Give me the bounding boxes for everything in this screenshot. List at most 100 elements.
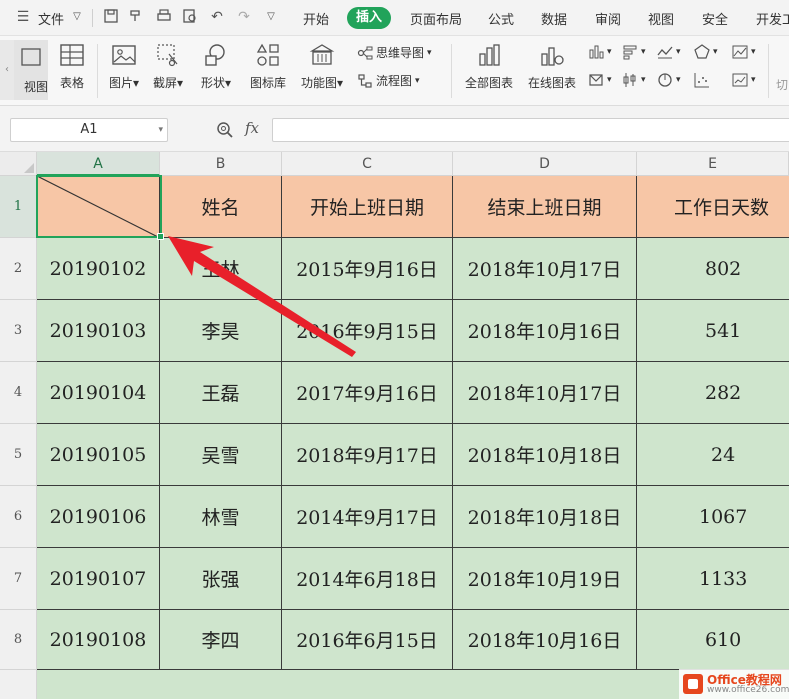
table-cell[interactable]: 2014年6月18日 bbox=[282, 548, 453, 610]
zoom-icon[interactable] bbox=[216, 121, 234, 139]
radar-chart-button[interactable]: ▾ bbox=[694, 44, 718, 60]
table-cell[interactable]: 2018年10月18日 bbox=[453, 486, 637, 548]
table-cell[interactable]: 24 bbox=[637, 424, 789, 486]
scatter-chart-button[interactable] bbox=[694, 72, 710, 88]
customize-dropdown-icon[interactable]: ▽ bbox=[262, 8, 280, 26]
line-chart-button[interactable]: ▾ bbox=[657, 44, 681, 60]
table-cell[interactable]: 王磊 bbox=[160, 362, 282, 424]
tab-home[interactable]: 开始 bbox=[303, 9, 329, 28]
table-cell[interactable]: 李昊 bbox=[160, 300, 282, 362]
area-chart-button[interactable]: ▾ bbox=[732, 44, 756, 60]
save-icon[interactable] bbox=[102, 8, 120, 26]
fill-handle[interactable] bbox=[157, 233, 164, 240]
name-box[interactable]: A1 ▾ bbox=[10, 118, 168, 142]
chevron-down-icon[interactable]: ▽ bbox=[68, 8, 86, 26]
row-header-1[interactable]: 1 bbox=[0, 176, 37, 238]
shape-button[interactable]: 形状▾ bbox=[188, 40, 244, 100]
print-preview-icon[interactable] bbox=[181, 8, 199, 26]
header-cell-3[interactable]: 开始上班日期 bbox=[282, 176, 453, 238]
table-cell[interactable]: 2018年10月17日 bbox=[453, 238, 637, 300]
redo-icon[interactable]: ↷ bbox=[235, 8, 253, 26]
table-cell[interactable]: 张强 bbox=[160, 548, 282, 610]
column-header-c[interactable]: C bbox=[282, 152, 453, 176]
header-cell-2[interactable]: 姓名 bbox=[160, 176, 282, 238]
row-9-cells[interactable] bbox=[37, 670, 789, 699]
donut-chart-button[interactable]: ▾ bbox=[657, 72, 681, 88]
table-cell[interactable]: 2018年10月16日 bbox=[453, 300, 637, 362]
header-cell-5[interactable]: 工作日天数 bbox=[637, 176, 789, 238]
column-header-d[interactable]: D bbox=[453, 152, 637, 176]
column-chart-button[interactable]: ▾ bbox=[588, 44, 612, 60]
tab-security[interactable]: 安全 bbox=[702, 9, 728, 28]
select-all-corner[interactable] bbox=[0, 152, 37, 176]
table-cell[interactable]: 541 bbox=[637, 300, 789, 362]
row-header-6[interactable]: 6 bbox=[0, 486, 37, 548]
combo-chart-button[interactable]: ▾ bbox=[732, 72, 756, 88]
bar-chart-button[interactable]: ▾ bbox=[622, 44, 646, 60]
table-cell[interactable]: 20190102 bbox=[37, 238, 160, 300]
table-cell[interactable]: 2014年9月17日 bbox=[282, 486, 453, 548]
flowchart-button[interactable]: 流程图 ▾ bbox=[357, 72, 420, 89]
row-header-7[interactable]: 7 bbox=[0, 548, 37, 610]
table-cell[interactable]: 20190104 bbox=[37, 362, 160, 424]
ribbon-scroll-left-icon[interactable]: ‹ bbox=[0, 40, 14, 100]
tab-data[interactable]: 数据 bbox=[541, 9, 567, 28]
row-header-8[interactable]: 8 bbox=[0, 610, 37, 670]
table-cell[interactable]: 2016年9月15日 bbox=[282, 300, 453, 362]
header-cell-4[interactable]: 结束上班日期 bbox=[453, 176, 637, 238]
row-header-5[interactable]: 5 bbox=[0, 424, 37, 486]
table-cell[interactable]: 李四 bbox=[160, 610, 282, 670]
table-cell[interactable]: 20190107 bbox=[37, 548, 160, 610]
table-cell[interactable]: 2018年10月17日 bbox=[453, 362, 637, 424]
column-header-e[interactable]: E bbox=[637, 152, 789, 176]
table-cell[interactable]: 王林 bbox=[160, 238, 282, 300]
stock-chart-button[interactable]: ▾ bbox=[622, 72, 646, 88]
table-cell[interactable]: 1133 bbox=[637, 548, 789, 610]
row-header-9[interactable] bbox=[0, 670, 37, 699]
pie-chart-button[interactable]: ▾ bbox=[588, 72, 612, 88]
hamburger-icon[interactable]: ☰ bbox=[14, 8, 32, 26]
column-header-a[interactable]: A bbox=[37, 152, 160, 176]
tab-insert[interactable]: 插入 bbox=[347, 7, 391, 29]
table-cell[interactable]: 20190108 bbox=[37, 610, 160, 670]
table-cell[interactable]: 2018年10月19日 bbox=[453, 548, 637, 610]
table-cell[interactable]: 1067 bbox=[637, 486, 789, 548]
table-cell[interactable]: 2016年6月15日 bbox=[282, 610, 453, 670]
table-cell[interactable]: 20190106 bbox=[37, 486, 160, 548]
format-painter-icon[interactable] bbox=[127, 8, 145, 26]
table-cell[interactable]: 2018年10月18日 bbox=[453, 424, 637, 486]
table-button[interactable]: 表格 bbox=[44, 40, 100, 100]
table-cell[interactable]: 2015年9月16日 bbox=[282, 238, 453, 300]
cell-a1-diagonal[interactable] bbox=[37, 176, 160, 238]
all-charts-button[interactable]: 全部图表 bbox=[459, 40, 519, 100]
print-icon[interactable] bbox=[155, 8, 173, 26]
table-cell[interactable]: 林雪 bbox=[160, 486, 282, 548]
table-cell[interactable]: 282 bbox=[637, 362, 789, 424]
tab-developer[interactable]: 开发工 bbox=[756, 9, 789, 28]
table-cell[interactable]: 2017年9月16日 bbox=[282, 362, 453, 424]
table-cell[interactable]: 610 bbox=[637, 610, 789, 670]
row-header-2[interactable]: 2 bbox=[0, 238, 37, 300]
table-cell[interactable]: 2018年9月17日 bbox=[282, 424, 453, 486]
online-charts-button[interactable]: 在线图表 bbox=[522, 40, 582, 100]
table-cell[interactable]: 20190105 bbox=[37, 424, 160, 486]
formula-input[interactable] bbox=[272, 118, 789, 142]
undo-icon[interactable]: ↶ bbox=[208, 8, 226, 26]
table-cell[interactable]: 802 bbox=[637, 238, 789, 300]
mindmap-button[interactable]: 思维导图 ▾ bbox=[357, 44, 432, 61]
chevron-down-icon[interactable]: ▾ bbox=[158, 119, 163, 141]
icon-library-button[interactable]: 图标库 bbox=[240, 40, 296, 100]
row-header-3[interactable]: 3 bbox=[0, 300, 37, 362]
view-button[interactable]: 视图 bbox=[14, 40, 48, 100]
table-cell[interactable]: 20190103 bbox=[37, 300, 160, 362]
tab-formulas[interactable]: 公式 bbox=[488, 9, 514, 28]
row-header-4[interactable]: 4 bbox=[0, 362, 37, 424]
file-menu[interactable]: 文件 bbox=[38, 9, 64, 28]
table-cell[interactable]: 2018年10月16日 bbox=[453, 610, 637, 670]
column-header-b[interactable]: B bbox=[160, 152, 282, 176]
tab-view[interactable]: 视图 bbox=[648, 9, 674, 28]
tab-review[interactable]: 审阅 bbox=[595, 9, 621, 28]
insert-function-icon[interactable]: fx bbox=[245, 119, 259, 137]
tab-page-layout[interactable]: 页面布局 bbox=[410, 9, 462, 28]
function-chart-button[interactable]: 功能图▾ bbox=[294, 40, 350, 100]
